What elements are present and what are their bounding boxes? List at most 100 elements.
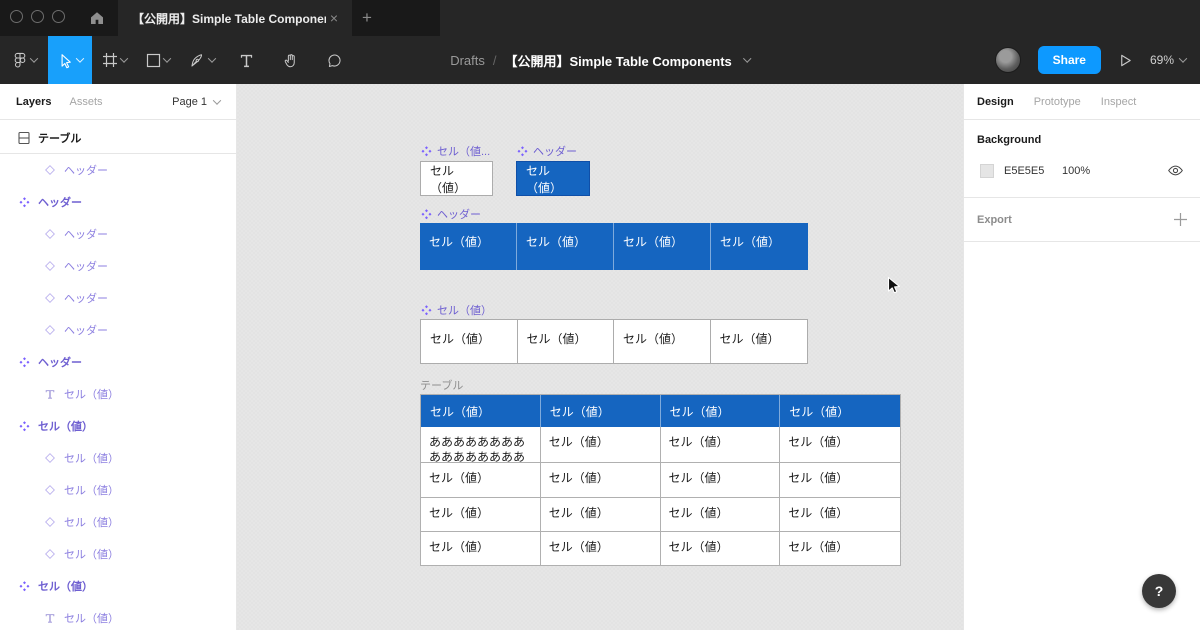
table-header-cell[interactable]: セル（値） <box>780 395 900 427</box>
tab-layers[interactable]: Layers <box>16 96 51 108</box>
layer-row-instance[interactable]: ヘッダー <box>0 218 236 250</box>
page-selector[interactable]: Page 1 <box>172 96 222 108</box>
table-body-cell[interactable]: セル（値） <box>661 463 781 498</box>
component-label[interactable]: セル（値） <box>420 303 492 317</box>
table-body-cell[interactable]: セル（値） <box>541 498 661 532</box>
component-label[interactable]: ヘッダー <box>516 144 577 158</box>
header-row-cell[interactable]: セル（値） <box>420 223 517 270</box>
table-body-cell[interactable]: セル（値） <box>541 532 661 566</box>
hand-tool-button[interactable] <box>268 36 312 84</box>
table-row[interactable]: セル（値） セル（値） セル（値） セル（値） <box>421 462 900 498</box>
share-button[interactable]: Share <box>1037 46 1101 74</box>
breadcrumb-drafts[interactable]: Drafts <box>450 53 485 68</box>
header-row-cell[interactable]: セル（値） <box>517 223 614 270</box>
table-body-cell[interactable]: セル（値） <box>661 532 781 566</box>
tab-assets[interactable]: Assets <box>69 96 102 108</box>
table-body-cell[interactable]: セル（値） <box>780 427 900 462</box>
table-body-cell[interactable]: セル（値） <box>421 532 541 566</box>
layer-row-instance[interactable]: ヘッダー <box>0 314 236 346</box>
chevron-down-icon[interactable] <box>742 54 752 63</box>
user-avatar[interactable] <box>994 47 1021 73</box>
layer-row-instance[interactable]: ヘッダー <box>0 250 236 282</box>
header-row-cell[interactable]: セル（値） <box>614 223 711 270</box>
table-body-cell[interactable]: セル（値） <box>541 427 661 462</box>
table-header-cell[interactable]: セル（値） <box>421 395 541 427</box>
window-minimize-dot[interactable] <box>31 10 44 23</box>
table-body-cell[interactable]: セル（値） <box>661 427 781 462</box>
present-play-icon[interactable] <box>1118 53 1133 68</box>
plus-icon[interactable] <box>1174 213 1187 226</box>
table-body-cell[interactable]: セル（値） <box>780 498 900 532</box>
main-menu-button[interactable] <box>0 36 48 84</box>
layer-row-instance[interactable]: セル（値） <box>0 538 236 570</box>
table-cell[interactable]: セル（値） <box>420 161 493 196</box>
layer-row-instance[interactable]: セル（値） <box>0 506 236 538</box>
table-row[interactable]: セル（値） セル（値） セル（値） セル（値） <box>421 531 900 566</box>
header-cell-component[interactable]: セル（値） <box>516 161 590 196</box>
export-section[interactable]: Export <box>964 198 1200 241</box>
layer-row-frame[interactable]: テーブル <box>0 122 236 154</box>
row-cell[interactable]: セル（値） <box>614 320 711 363</box>
cell-component[interactable]: セル（値） <box>420 161 493 196</box>
frame-label[interactable]: テーブル <box>420 378 463 392</box>
pen-tool-button[interactable] <box>180 36 224 84</box>
cell-row-component[interactable]: セル（値） セル（値） セル（値） セル（値） <box>420 319 808 364</box>
tab-close-icon[interactable]: × <box>326 9 342 27</box>
move-tool-button[interactable] <box>48 36 92 84</box>
layer-row-component[interactable]: ヘッダー <box>0 346 236 378</box>
table-body-cell[interactable]: セル（値） <box>661 498 781 532</box>
row-cell[interactable]: セル（値） <box>518 320 614 363</box>
help-button[interactable]: ? <box>1142 574 1176 608</box>
table-body-cell[interactable]: セル（値） <box>421 498 541 532</box>
row-cell[interactable]: セル（値） <box>711 320 808 363</box>
layer-row-component[interactable]: ヘッダー <box>0 186 236 218</box>
breadcrumb-file-title[interactable]: 【公開用】Simple Table Components <box>505 51 732 70</box>
window-controls[interactable] <box>10 10 65 23</box>
table-row[interactable]: セル（値） セル（値） セル（値） セル（値） <box>421 497 900 532</box>
table-header-row[interactable]: セル（値） セル（値） セル（値） セル（値） <box>421 395 900 427</box>
layer-row-instance[interactable]: ヘッダー <box>0 282 236 314</box>
component-label[interactable]: ヘッダー <box>420 207 481 221</box>
document-tab[interactable]: 【公開用】Simple Table Components × <box>118 0 352 36</box>
new-tab-button[interactable]: + <box>356 6 378 30</box>
color-swatch[interactable] <box>980 163 994 178</box>
layer-row-instance[interactable]: ヘッダー <box>0 154 236 186</box>
background-hex-value[interactable]: E5E5E5 <box>1004 165 1062 177</box>
window-maximize-dot[interactable] <box>52 10 65 23</box>
layer-row-component[interactable]: セル（値） <box>0 570 236 602</box>
layer-row-text[interactable]: セル（値） <box>0 602 236 630</box>
layer-row-instance[interactable]: セル（値） <box>0 474 236 506</box>
comment-tool-button[interactable] <box>312 36 356 84</box>
layer-row-text[interactable]: セル（値） <box>0 378 236 410</box>
table-body-cell[interactable]: セル（値） <box>421 463 541 498</box>
table-body-cell[interactable]: ああああああああああああああああああ <box>421 427 541 462</box>
tab-inspect[interactable]: Inspect <box>1101 96 1136 108</box>
zoom-control[interactable]: 69% <box>1150 53 1188 67</box>
table-row[interactable]: ああああああああああああああああああセル（値）セル（値）セル（値） <box>421 427 900 462</box>
window-close-dot[interactable] <box>10 10 23 23</box>
shape-tool-button[interactable] <box>136 36 180 84</box>
header-cell[interactable]: セル（値） <box>516 161 590 196</box>
tab-design[interactable]: Design <box>977 96 1014 108</box>
table-header-cell[interactable]: セル（値） <box>661 395 781 427</box>
table-body[interactable]: ああああああああああああああああああセル（値）セル（値）セル（値）セル（値）セル… <box>421 427 900 566</box>
layer-row-instance[interactable]: セル（値） <box>0 442 236 474</box>
canvas[interactable]: セル（値... セル（値） ヘッダー セル（値） ヘッダー セル（値） セル（値）… <box>237 84 963 630</box>
background-opacity-value[interactable]: 100% <box>1062 165 1167 177</box>
eye-visibility-icon[interactable] <box>1167 162 1184 179</box>
tab-prototype[interactable]: Prototype <box>1034 96 1081 108</box>
component-label[interactable]: セル（値... <box>420 144 490 158</box>
layer-row-component[interactable]: セル（値） <box>0 410 236 442</box>
frame-tool-button[interactable] <box>92 36 136 84</box>
row-cell[interactable]: セル（値） <box>421 320 518 363</box>
header-row-component[interactable]: セル（値） セル（値） セル（値） セル（値） <box>420 223 808 270</box>
table-body-cell[interactable]: セル（値） <box>780 463 900 498</box>
chevron-down-icon <box>207 54 217 63</box>
table-frame[interactable]: セル（値）セル（値）セル（値）セル（値） ああああああああああああああああああセ… <box>420 394 901 566</box>
header-row-cell[interactable]: セル（値） <box>711 223 808 270</box>
table-body-cell[interactable]: セル（値） <box>541 463 661 498</box>
table-body-cell[interactable]: セル（値） <box>780 532 900 566</box>
home-icon[interactable] <box>86 7 108 29</box>
text-tool-button[interactable] <box>224 36 268 84</box>
table-header-cell[interactable]: セル（値） <box>541 395 661 427</box>
